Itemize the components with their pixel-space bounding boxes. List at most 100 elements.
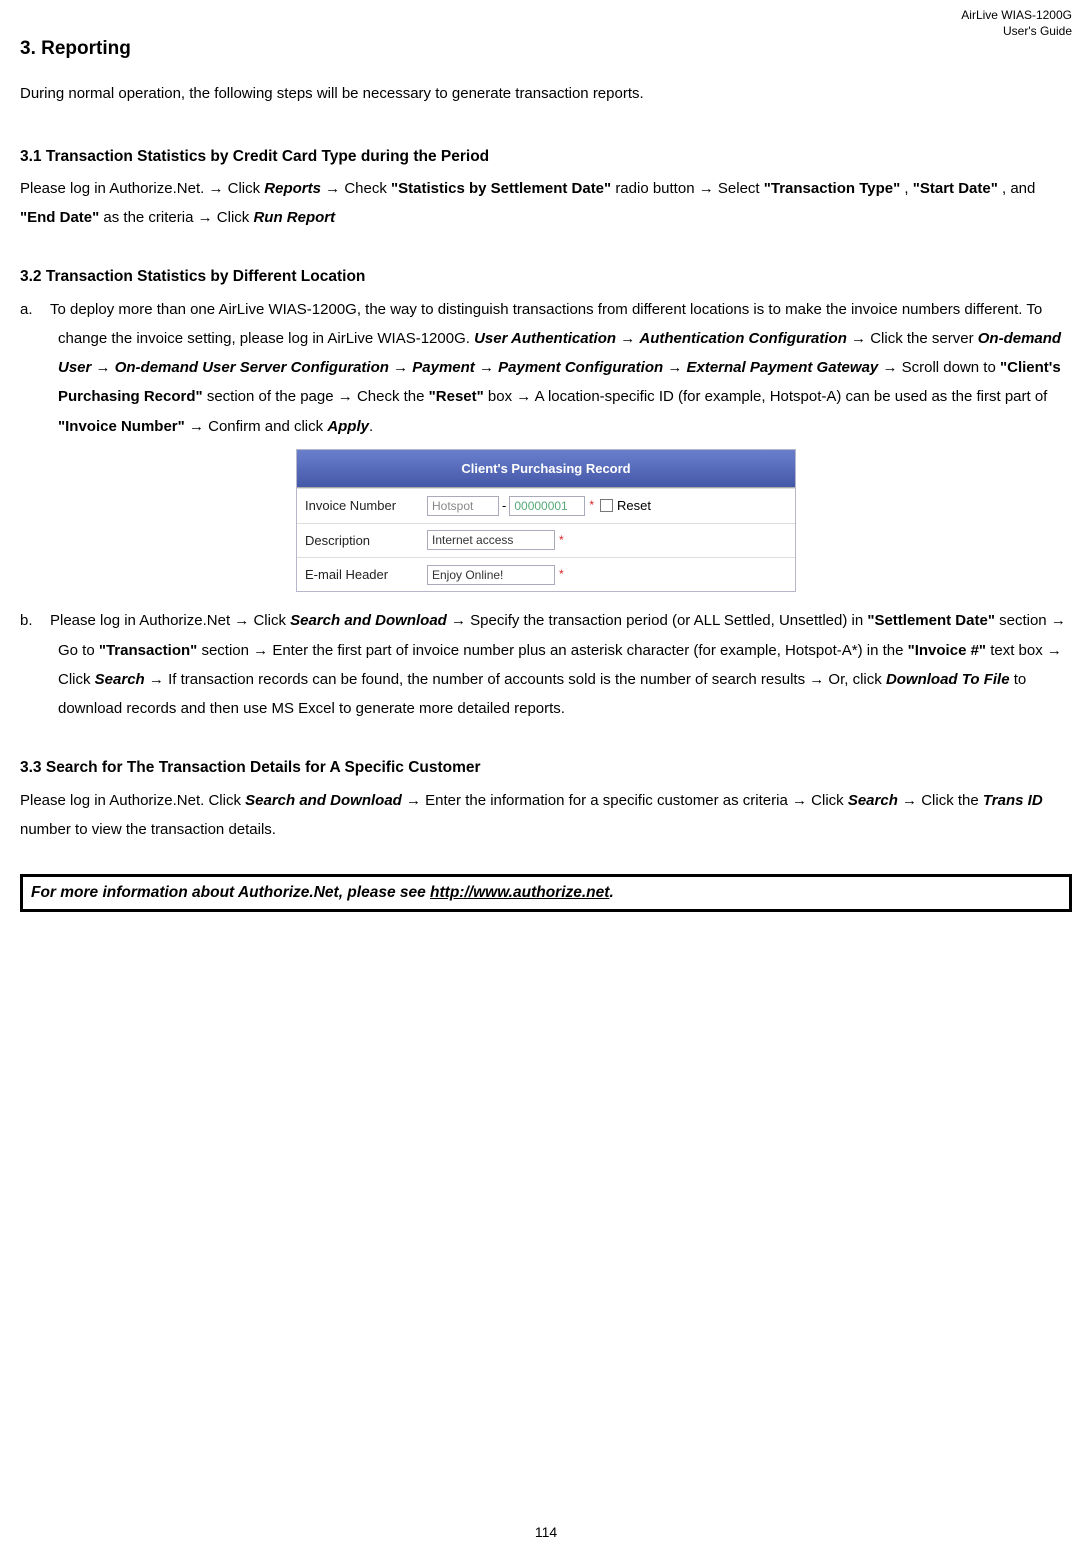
text: , and bbox=[1002, 180, 1035, 197]
arrow-icon: → bbox=[1047, 642, 1062, 659]
label-run-report: Run Report bbox=[253, 209, 335, 226]
arrow-icon: → bbox=[667, 359, 682, 376]
section-3-1: 3.1 Transaction Statistics by Credit Car… bbox=[20, 142, 1072, 233]
text: Click bbox=[228, 180, 265, 197]
label-end-date: "End Date" bbox=[20, 209, 99, 226]
reset-checkbox[interactable] bbox=[600, 499, 613, 512]
invoice-number-input[interactable] bbox=[509, 496, 585, 516]
description-input[interactable] bbox=[427, 530, 555, 550]
arrow-icon: → bbox=[149, 671, 164, 688]
label-transaction: "Transaction" bbox=[99, 642, 197, 659]
label-trans-id: Trans ID bbox=[983, 792, 1043, 809]
figure-label-invoice: Invoice Number bbox=[305, 493, 427, 518]
label-transaction-type: "Transaction Type" bbox=[764, 180, 900, 197]
text: Specify the transaction period (or ALL S… bbox=[470, 612, 867, 629]
figure-row-invoice: Invoice Number - * Reset bbox=[297, 488, 795, 522]
note-url: http://www.authorize.net bbox=[430, 884, 609, 901]
label-stats-by-settlement: "Statistics by Settlement Date" bbox=[391, 180, 611, 197]
arrow-icon: → bbox=[234, 612, 249, 629]
required-asterisk: * bbox=[589, 494, 594, 517]
text: , bbox=[904, 180, 912, 197]
figure-label-description: Description bbox=[305, 528, 427, 553]
text: Check bbox=[344, 180, 391, 197]
text: Please log in Authorize.Net bbox=[50, 612, 234, 629]
dash: - bbox=[502, 493, 506, 518]
required-asterisk: * bbox=[559, 529, 564, 552]
text: Go to bbox=[58, 642, 99, 659]
label-user-auth: User Authentication bbox=[474, 330, 616, 347]
list-marker-b: b. bbox=[20, 606, 50, 635]
figure-label-email-header: E-mail Header bbox=[305, 562, 427, 587]
label-start-date: "Start Date" bbox=[913, 180, 998, 197]
text: If transaction records can be found, the… bbox=[168, 671, 809, 688]
label-search-and-download: Search and Download bbox=[290, 612, 447, 629]
arrow-icon: → bbox=[253, 642, 268, 659]
label-payment-config: Payment Configuration bbox=[498, 359, 663, 376]
arrow-icon: → bbox=[406, 792, 421, 809]
arrow-icon: → bbox=[208, 180, 223, 197]
arrow-icon: → bbox=[325, 180, 340, 197]
subheading-3-3: 3.3 Search for The Transaction Details f… bbox=[20, 753, 1072, 783]
invoice-prefix-input[interactable] bbox=[427, 496, 499, 516]
text: number to view the transaction details. bbox=[20, 821, 276, 838]
arrow-icon: → bbox=[809, 671, 824, 688]
text: Scroll down to bbox=[902, 359, 1000, 376]
page-number: 114 bbox=[0, 1524, 1092, 1540]
section-3-2: 3.2 Transaction Statistics by Different … bbox=[20, 262, 1072, 723]
text: text box bbox=[990, 642, 1047, 659]
subheading-3-1: 3.1 Transaction Statistics by Credit Car… bbox=[20, 142, 1072, 172]
header-line-2: User's Guide bbox=[961, 24, 1072, 40]
arrow-icon: → bbox=[902, 792, 917, 809]
figure-title: Client's Purchasing Record bbox=[297, 450, 795, 488]
text: A location-specific ID (for example, Hot… bbox=[535, 388, 1048, 405]
page-header-right: AirLive WIAS-1200G User's Guide bbox=[961, 8, 1072, 39]
reset-label: Reset bbox=[617, 493, 651, 518]
label-search: Search bbox=[95, 671, 145, 688]
label-reset: "Reset" bbox=[429, 388, 484, 405]
figure-row-description: Description * bbox=[297, 523, 795, 557]
arrow-icon: → bbox=[338, 388, 353, 405]
text: . bbox=[369, 418, 373, 435]
label-payment: Payment bbox=[412, 359, 475, 376]
header-line-1: AirLive WIAS-1200G bbox=[961, 8, 1072, 24]
arrow-icon: → bbox=[393, 359, 408, 376]
text: as the criteria bbox=[103, 209, 197, 226]
text: Click bbox=[249, 612, 290, 629]
text: Select bbox=[718, 180, 764, 197]
note-text: For more information about Authorize.Net… bbox=[31, 884, 430, 901]
email-header-input[interactable] bbox=[427, 565, 555, 585]
text: Please log in Authorize.Net. bbox=[20, 180, 208, 197]
arrow-icon: → bbox=[96, 359, 111, 376]
label-download-to-file: Download To File bbox=[886, 671, 1010, 688]
label-search: Search bbox=[848, 792, 898, 809]
text: Enter the first part of invoice number p… bbox=[272, 642, 907, 659]
label-ondemand-user-server-config: On-demand User Server Configuration bbox=[115, 359, 389, 376]
note-text: . bbox=[609, 884, 613, 901]
subheading-3-2: 3.2 Transaction Statistics by Different … bbox=[20, 262, 1072, 292]
arrow-icon: → bbox=[516, 388, 531, 405]
label-search-and-download: Search and Download bbox=[245, 792, 402, 809]
section-heading-reporting: 3. Reporting bbox=[20, 38, 1072, 60]
text: Enter the information for a specific cus… bbox=[425, 792, 792, 809]
section-3-3: 3.3 Search for The Transaction Details f… bbox=[20, 753, 1072, 844]
list-marker-a: a. bbox=[20, 295, 50, 324]
text: Or, click bbox=[828, 671, 886, 688]
note-box: For more information about Authorize.Net… bbox=[20, 874, 1072, 912]
figure-row-email-header: E-mail Header * bbox=[297, 557, 795, 591]
figure-purchasing-record: Client's Purchasing Record Invoice Numbe… bbox=[296, 449, 796, 592]
text: Check the bbox=[357, 388, 429, 405]
text: Click bbox=[58, 671, 95, 688]
required-asterisk: * bbox=[559, 563, 564, 586]
list-item-a: a.To deploy more than one AirLive WIAS-1… bbox=[20, 295, 1072, 441]
text: Click the bbox=[921, 792, 983, 809]
arrow-icon: → bbox=[189, 418, 204, 435]
text: section bbox=[999, 612, 1051, 629]
text: Click the server bbox=[870, 330, 978, 347]
text: section bbox=[201, 642, 253, 659]
arrow-icon: → bbox=[620, 330, 635, 347]
text: Click bbox=[217, 209, 254, 226]
arrow-icon: → bbox=[1051, 612, 1066, 629]
text: Please log in Authorize.Net. Click bbox=[20, 792, 245, 809]
label-auth-config: Authentication Configuration bbox=[639, 330, 846, 347]
text: Click bbox=[811, 792, 848, 809]
